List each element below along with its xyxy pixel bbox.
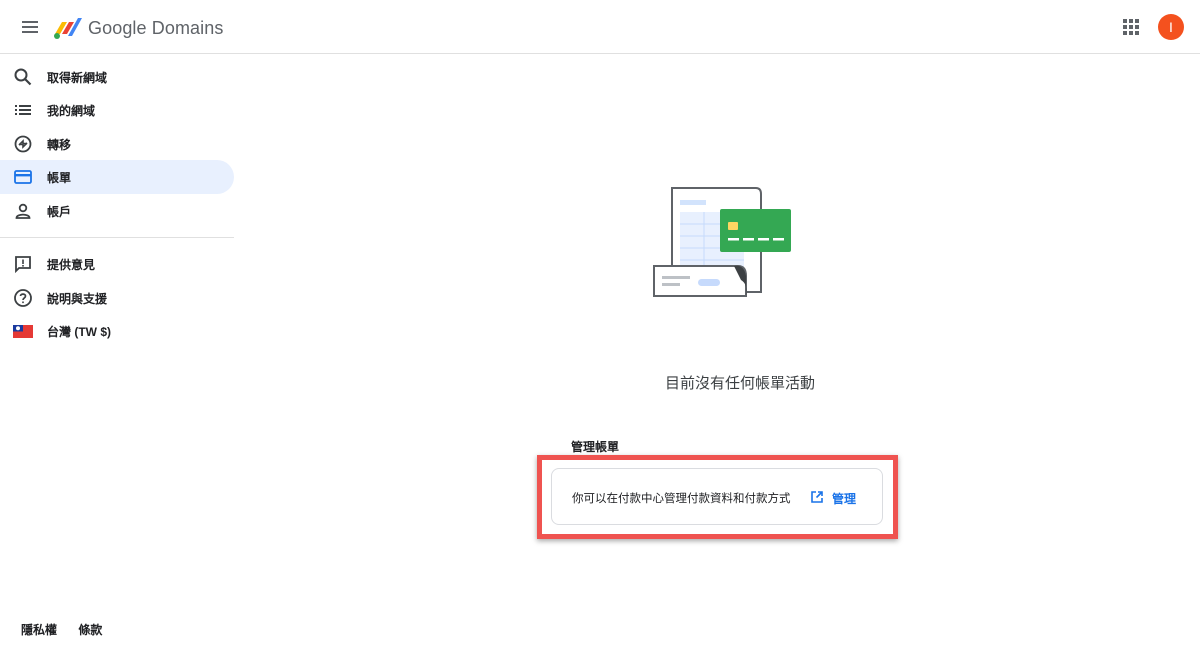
- billing-illustration: [653, 187, 791, 297]
- sidebar-item-label: 帳戶: [47, 205, 72, 219]
- sidebar-item-region[interactable]: 台灣 (TW $): [0, 314, 234, 348]
- feedback-icon: [15, 256, 31, 274]
- footer-links: 隱私權 條款: [21, 621, 120, 638]
- sidebar-item-help[interactable]: 說明與支援: [0, 281, 234, 315]
- card-description: 你可以在付款中心管理付款資料和付款方式: [572, 493, 791, 505]
- hamburger-menu-icon[interactable]: [18, 15, 42, 39]
- list-icon: [15, 105, 31, 115]
- person-icon: [15, 203, 31, 219]
- sidebar-item-label: 取得新網域: [47, 71, 108, 85]
- section-label-manage-billing: 管理帳單: [571, 440, 620, 454]
- open-in-new-icon: [811, 491, 823, 503]
- taiwan-flag-icon: [13, 325, 33, 338]
- sidebar-item-label: 轉移: [47, 138, 72, 152]
- terms-link[interactable]: 條款: [78, 623, 102, 637]
- search-icon: [14, 68, 32, 86]
- transfer-icon: [14, 135, 32, 153]
- sidebar-item-my-domains[interactable]: 我的網域: [0, 93, 234, 127]
- sidebar-item-transfer[interactable]: 轉移: [0, 127, 234, 161]
- help-icon: [14, 289, 32, 307]
- apps-grid-icon[interactable]: [1121, 17, 1141, 37]
- sidebar-item-account[interactable]: 帳戶: [0, 194, 234, 228]
- sidebar-item-label: 提供意見: [47, 258, 96, 272]
- credit-card-icon: [14, 170, 32, 184]
- sidebar-nav: 取得新網域 我的網域 轉移 帳單 帳戶 提供意見 說明與支援 台灣 (TW $): [0, 55, 234, 658]
- sidebar-item-label: 帳單: [47, 171, 72, 185]
- brand-name[interactable]: Google Domains: [88, 18, 223, 39]
- sidebar-item-billing[interactable]: 帳單: [0, 160, 234, 194]
- sidebar-item-get-domain[interactable]: 取得新網域: [0, 60, 234, 94]
- sidebar-item-label: 台灣 (TW $): [47, 325, 111, 339]
- sidebar-item-label: 我的網域: [47, 104, 96, 118]
- privacy-link[interactable]: 隱私權: [21, 623, 57, 637]
- sidebar-divider: [0, 237, 234, 238]
- manage-label: 管理: [832, 492, 857, 506]
- sidebar-item-feedback[interactable]: 提供意見: [0, 247, 234, 281]
- account-avatar[interactable]: I: [1158, 14, 1184, 40]
- top-app-bar: Google Domains I: [0, 0, 1200, 54]
- google-domains-logo-icon[interactable]: [52, 14, 82, 42]
- sidebar-item-label: 說明與支援: [47, 292, 108, 306]
- empty-state-title: 目前沒有任何帳單活動: [664, 375, 815, 392]
- payments-center-card: 你可以在付款中心管理付款資料和付款方式 管理: [551, 468, 883, 525]
